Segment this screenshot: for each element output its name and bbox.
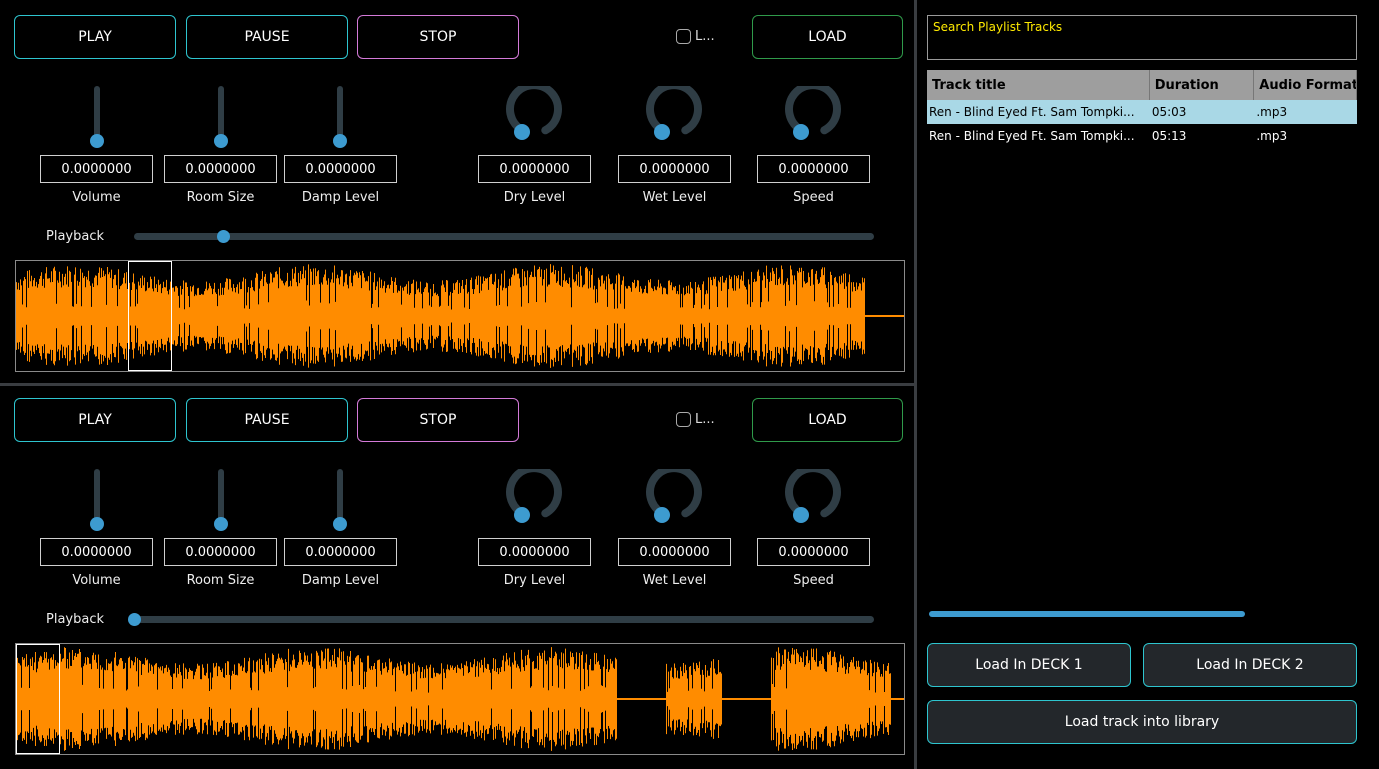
wet-level-knob[interactable] [644, 81, 704, 142]
waveform-graphic [16, 647, 904, 751]
waveform-display[interactable] [15, 260, 905, 372]
cell-duration: 05:03 [1151, 105, 1187, 119]
table-row[interactable]: Ren - Blind Eyed Ft. Sam Tompki... 05:03… [927, 100, 1357, 124]
speed-value-field[interactable]: 0.0000000 [757, 538, 870, 566]
wet-level-label: Wet Level [642, 190, 707, 205]
pause-button[interactable]: PAUSE [186, 398, 348, 442]
search-input[interactable]: Search Playlist Tracks [927, 15, 1357, 60]
loop-label: L... [695, 29, 715, 44]
playlist-panel: Search Playlist Tracks Track title Durat… [917, 0, 1379, 769]
volume-slider-thumb[interactable] [90, 134, 104, 148]
wet-level-value-field[interactable]: 0.0000000 [618, 538, 731, 566]
damp-level-slider-thumb[interactable] [333, 517, 347, 531]
volume-label: Volume [72, 573, 121, 588]
load-deck2-button[interactable]: Load In DECK 2 [1143, 643, 1357, 687]
damp-level-value-field[interactable]: 0.0000000 [284, 155, 397, 183]
room-size-slider-thumb[interactable] [214, 517, 228, 531]
damp-level-slider-thumb[interactable] [333, 134, 347, 148]
play-button[interactable]: PLAY [14, 15, 176, 59]
speed-knob[interactable] [783, 464, 843, 525]
dry-level-label: Dry Level [503, 573, 566, 588]
dry-level-knob[interactable] [504, 81, 564, 142]
damp-level-slider[interactable] [330, 469, 350, 531]
horizontal-scrollbar[interactable] [929, 611, 1245, 617]
room-size-slider[interactable] [211, 469, 231, 531]
volume-value-field[interactable]: 0.0000000 [40, 155, 153, 183]
column-header-format[interactable]: Audio Format [1254, 70, 1357, 100]
damp-level-slider[interactable] [330, 86, 350, 148]
playlist-table: Track title Duration Audio Format Ren - … [927, 70, 1357, 148]
load-library-button[interactable]: Load track into library [927, 700, 1357, 744]
column-header-duration[interactable]: Duration [1150, 70, 1255, 100]
cell-format: .mp3 [1256, 105, 1288, 119]
wet-level-knob[interactable] [644, 464, 704, 525]
loop-checkbox[interactable] [676, 29, 691, 44]
loop-toggle[interactable]: L... [676, 29, 715, 44]
cell-title: Ren - Blind Eyed Ft. Sam Tompki... [929, 105, 1135, 119]
waveform-display[interactable] [15, 643, 905, 755]
cell-title: Ren - Blind Eyed Ft. Sam Tompki... [929, 129, 1135, 143]
room-size-slider-thumb[interactable] [214, 134, 228, 148]
deck-1: PLAY PAUSE STOP L... LOAD 0.0000000 0.00… [0, 0, 914, 383]
damp-level-value-field[interactable]: 0.0000000 [284, 538, 397, 566]
playback-slider-thumb[interactable] [128, 613, 141, 626]
volume-slider[interactable] [87, 469, 107, 531]
speed-knob[interactable] [783, 81, 843, 142]
volume-value-field[interactable]: 0.0000000 [40, 538, 153, 566]
room-size-value-field[interactable]: 0.0000000 [164, 155, 277, 183]
load-button[interactable]: LOAD [752, 15, 903, 59]
loop-toggle[interactable]: L... [676, 412, 715, 427]
dry-level-knob[interactable] [504, 464, 564, 525]
speed-value-field[interactable]: 0.0000000 [757, 155, 870, 183]
room-size-label: Room Size [186, 190, 255, 205]
room-size-value-field[interactable]: 0.0000000 [164, 538, 277, 566]
playback-slider[interactable] [134, 616, 874, 623]
playback-label: Playback [46, 612, 105, 627]
table-header: Track title Duration Audio Format [927, 70, 1357, 100]
wet-level-value-field[interactable]: 0.0000000 [618, 155, 731, 183]
column-header-title[interactable]: Track title [927, 70, 1150, 100]
wet-level-label: Wet Level [642, 573, 707, 588]
damp-level-label: Damp Level [301, 190, 380, 205]
playback-slider[interactable] [134, 233, 874, 240]
room-size-label: Room Size [186, 573, 255, 588]
room-size-slider[interactable] [211, 86, 231, 148]
volume-slider[interactable] [87, 86, 107, 148]
playback-label: Playback [46, 229, 105, 244]
stop-button[interactable]: STOP [357, 15, 519, 59]
speed-label: Speed [793, 573, 834, 588]
volume-slider-thumb[interactable] [90, 517, 104, 531]
dry-level-value-field[interactable]: 0.0000000 [478, 155, 591, 183]
load-button[interactable]: LOAD [752, 398, 903, 442]
deck-2: PLAY PAUSE STOP L... LOAD 0.0000000 0.00… [0, 383, 914, 766]
table-row[interactable]: Ren - Blind Eyed Ft. Sam Tompki... 05:13… [927, 124, 1357, 148]
playback-slider-thumb[interactable] [216, 230, 230, 243]
cell-duration: 05:13 [1151, 129, 1187, 143]
cell-format: .mp3 [1256, 129, 1288, 143]
dry-level-label: Dry Level [503, 190, 566, 205]
play-button[interactable]: PLAY [14, 398, 176, 442]
damp-level-label: Damp Level [301, 573, 380, 588]
pause-button[interactable]: PAUSE [186, 15, 348, 59]
stop-button[interactable]: STOP [357, 398, 519, 442]
loop-checkbox[interactable] [676, 412, 691, 427]
load-deck1-button[interactable]: Load In DECK 1 [927, 643, 1131, 687]
loop-label: L... [695, 412, 715, 427]
waveform-playhead[interactable] [128, 261, 172, 371]
volume-label: Volume [72, 190, 121, 205]
speed-label: Speed [793, 190, 834, 205]
waveform-playhead[interactable] [16, 644, 60, 754]
dry-level-value-field[interactable]: 0.0000000 [478, 538, 591, 566]
